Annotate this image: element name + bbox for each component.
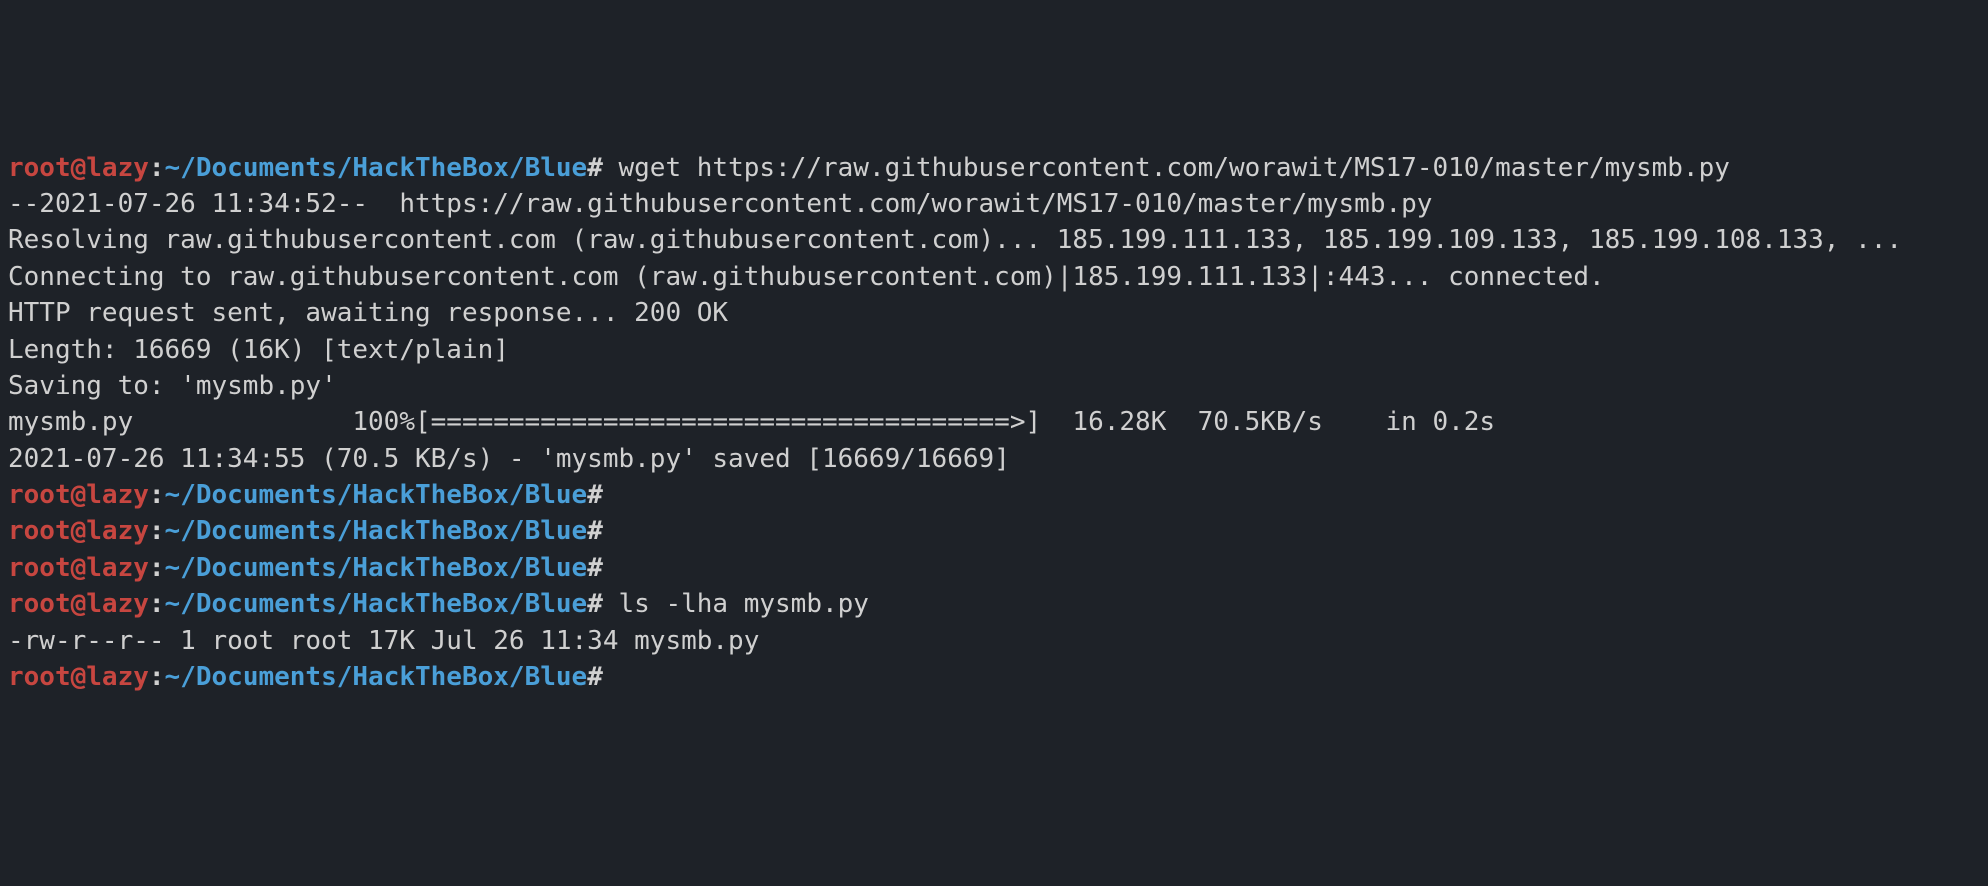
command-text [603,516,619,546]
command-line-2: root@lazy:~/Documents/HackTheBox/Blue# [8,477,1980,513]
command-line-5: root@lazy:~/Documents/HackTheBox/Blue# l… [8,586,1980,622]
prompt-path: ~/Documents/HackTheBox/Blue [165,553,588,583]
output-line: 2021-07-26 11:34:55 (70.5 KB/s) - 'mysmb… [8,441,1980,477]
prompt-colon: : [149,153,165,183]
command-line-1: root@lazy:~/Documents/HackTheBox/Blue# w… [8,150,1980,186]
prompt-user: root@lazy [8,589,149,619]
prompt-user: root@lazy [8,553,149,583]
prompt-hash: # [587,589,603,619]
prompt-path: ~/Documents/HackTheBox/Blue [165,153,588,183]
prompt-hash: # [587,553,603,583]
output-line: HTTP request sent, awaiting response... … [8,295,1980,331]
prompt-path: ~/Documents/HackTheBox/Blue [165,516,588,546]
prompt-path: ~/Documents/HackTheBox/Blue [165,480,588,510]
prompt-hash: # [587,662,603,692]
output-line: Saving to: 'mysmb.py' [8,368,1980,404]
command-text [603,480,619,510]
prompt-hash: # [587,153,603,183]
command-line-6: root@lazy:~/Documents/HackTheBox/Blue# [8,659,1980,695]
prompt-user: root@lazy [8,516,149,546]
terminal-output[interactable]: root@lazy:~/Documents/HackTheBox/Blue# w… [8,150,1980,696]
prompt-colon: : [149,553,165,583]
prompt-colon: : [149,516,165,546]
prompt-path: ~/Documents/HackTheBox/Blue [165,589,588,619]
prompt-colon: : [149,662,165,692]
prompt-user: root@lazy [8,153,149,183]
prompt-user: root@lazy [8,662,149,692]
prompt-hash: # [587,480,603,510]
prompt-path: ~/Documents/HackTheBox/Blue [165,662,588,692]
command-text [603,662,619,692]
command-text: ls -lha mysmb.py [603,589,869,619]
output-line: Connecting to raw.githubusercontent.com … [8,259,1980,295]
command-text: wget https://raw.githubusercontent.com/w… [603,153,1730,183]
prompt-colon: : [149,589,165,619]
command-line-3: root@lazy:~/Documents/HackTheBox/Blue# [8,513,1980,549]
output-ls-line: -rw-r--r-- 1 root root 17K Jul 26 11:34 … [8,623,1980,659]
output-line: Length: 16669 (16K) [text/plain] [8,332,1980,368]
command-text [603,553,619,583]
output-line: Resolving raw.githubusercontent.com (raw… [8,222,1980,258]
prompt-hash: # [587,516,603,546]
output-line: --2021-07-26 11:34:52-- https://raw.gith… [8,186,1980,222]
command-line-4: root@lazy:~/Documents/HackTheBox/Blue# [8,550,1980,586]
output-progress-line: mysmb.py 100%[==========================… [8,404,1980,440]
prompt-colon: : [149,480,165,510]
prompt-user: root@lazy [8,480,149,510]
